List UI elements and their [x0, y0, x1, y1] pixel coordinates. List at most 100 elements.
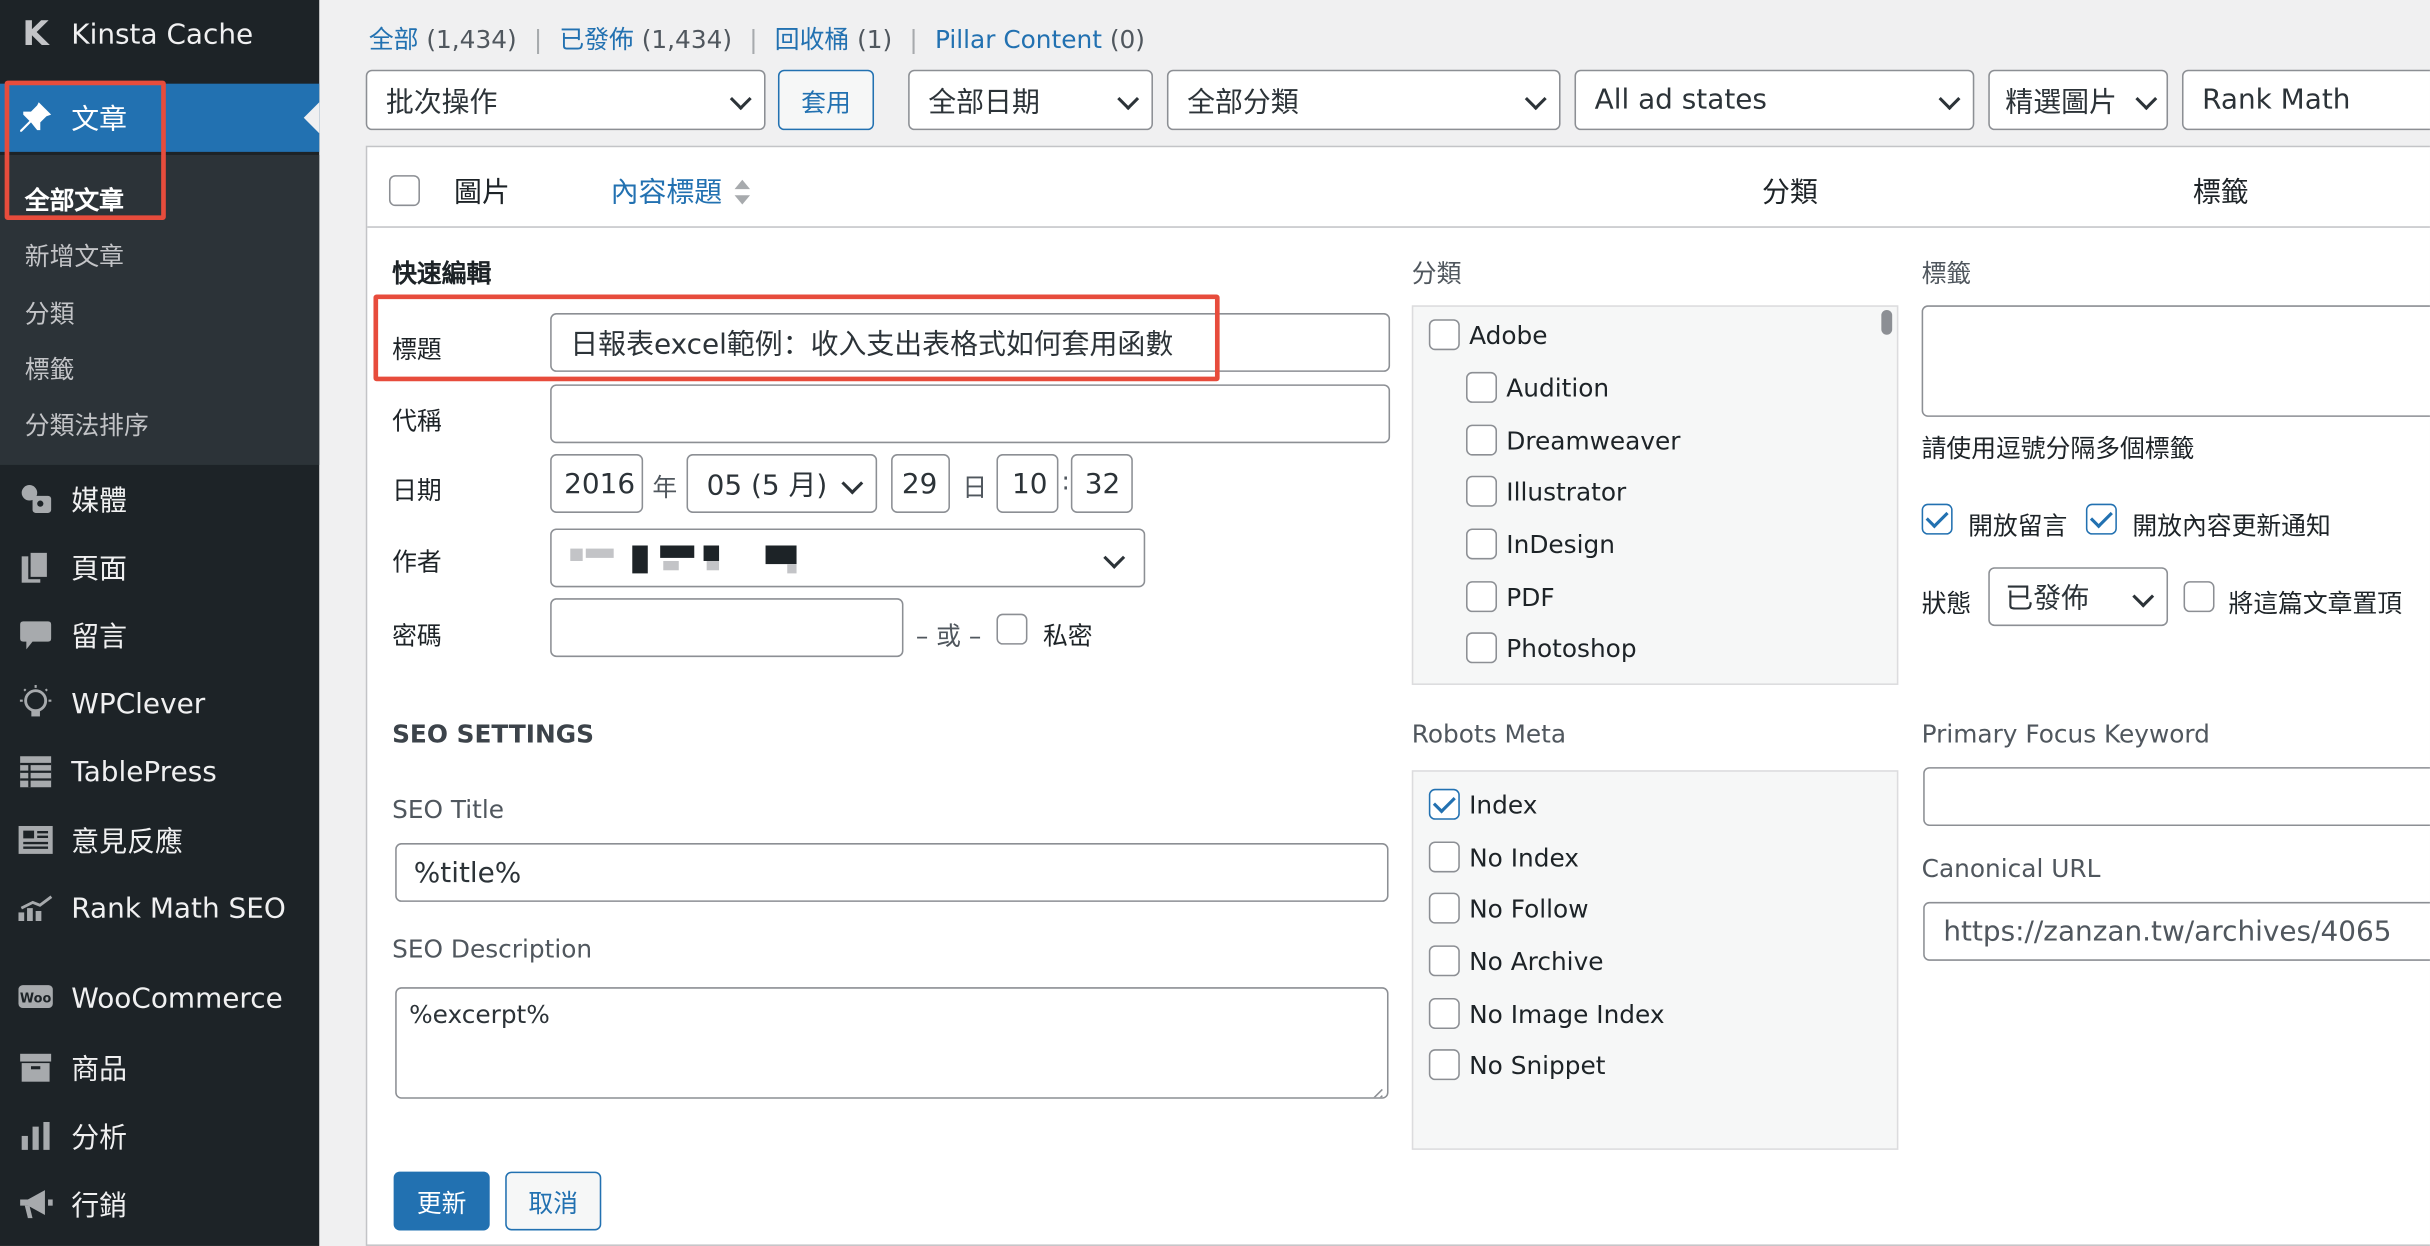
sidebar-item-marketing[interactable]: 行銷	[0, 1170, 319, 1238]
robots-item-index[interactable]: Index	[1428, 788, 1537, 820]
sidebar-item-wpclever[interactable]: WPClever	[0, 669, 319, 737]
filter-trash-link[interactable]: 回收桶	[775, 25, 849, 54]
filter-published-link[interactable]: 已發佈	[559, 25, 633, 54]
allow-pings-checkbox[interactable]	[2085, 503, 2117, 535]
category-item-indesign[interactable]: InDesign	[1466, 528, 1615, 560]
page: K Kinsta Cache 文章 全部文章 新增文章 分類 標籤 分類法排序 …	[0, 0, 2430, 1246]
category-item-audition[interactable]: Audition	[1466, 371, 1609, 403]
robots-checkbox[interactable]	[1428, 892, 1460, 924]
robots-meta-box: Index No Index No Follow No Archive No I…	[1411, 770, 1899, 1150]
resize-handle-icon[interactable]	[1368, 1079, 1383, 1098]
robots-checkbox[interactable]	[1428, 1049, 1460, 1081]
minute-input[interactable]: 32	[1070, 454, 1133, 513]
password-input[interactable]	[550, 598, 904, 658]
svg-text:Woo: Woo	[20, 991, 52, 1006]
category-item-pdf[interactable]: PDF	[1466, 581, 1555, 613]
seo-title-input[interactable]: %title%	[395, 843, 1389, 902]
robots-item-nosnippet[interactable]: No Snippet	[1428, 1049, 1606, 1081]
chevron-down-icon	[1524, 88, 1547, 111]
seo-title-value: %title%	[413, 856, 522, 889]
category-checkbox[interactable]	[1466, 528, 1498, 560]
day-value: 29	[901, 467, 938, 500]
hour-input[interactable]: 10	[996, 454, 1059, 513]
sidebar-item-rank-math[interactable]: Rank Math SEO	[0, 874, 319, 942]
category-checkbox[interactable]	[1428, 319, 1460, 351]
category-item-dreamweaver[interactable]: Dreamweaver	[1466, 424, 1681, 456]
categories-checklist[interactable]: Adobe Audition Dreamweaver Illustrator I…	[1411, 305, 1899, 685]
category-item-illustrator[interactable]: Illustrator	[1466, 475, 1626, 507]
robots-checkbox[interactable]	[1428, 998, 1460, 1030]
sidebar-item-label: WooCommerce	[71, 981, 283, 1015]
quick-edit-heading: 快速編輯	[392, 258, 492, 289]
separator: |	[749, 24, 758, 55]
robots-checkbox[interactable]	[1428, 945, 1460, 977]
submenu-categories[interactable]: 分類	[25, 293, 75, 330]
category-checkbox[interactable]	[1466, 581, 1498, 613]
robots-item-noindex[interactable]: No Index	[1428, 841, 1579, 873]
allow-comments-checkbox[interactable]	[1921, 503, 1953, 535]
hour-value: 10	[1011, 467, 1048, 500]
category-checkbox[interactable]	[1466, 424, 1498, 456]
robots-checkbox[interactable]	[1428, 788, 1460, 820]
bulk-action-select[interactable]: 批次操作	[365, 69, 766, 131]
table-icon	[17, 753, 54, 790]
submenu-tags[interactable]: 標籤	[25, 349, 75, 386]
canonical-url-label: Canonical URL	[1921, 853, 2101, 884]
sidebar-item-tablepress[interactable]: TablePress	[0, 738, 319, 806]
seo-description-textarea[interactable]: %excerpt%	[395, 987, 1389, 1099]
sidebar-item-pages[interactable]: 頁面	[0, 533, 319, 601]
column-image: 圖片	[454, 176, 510, 210]
author-select[interactable]	[550, 528, 1146, 588]
cancel-button[interactable]: 取消	[505, 1171, 602, 1231]
category-label: InDesign	[1506, 529, 1615, 559]
category-item-photoshop[interactable]: Photoshop	[1466, 632, 1637, 664]
year-input[interactable]: 2016	[550, 454, 644, 513]
chevron-down-icon	[841, 472, 864, 495]
robots-checkbox[interactable]	[1428, 841, 1460, 873]
table-header: 圖片 內容標題 分類 標籤	[367, 147, 2430, 228]
robots-item-noimageindex[interactable]: No Image Index	[1428, 998, 1665, 1030]
rank-math-filter-select[interactable]: Rank Math	[2181, 69, 2430, 131]
tags-label: 標籤	[1921, 258, 1972, 289]
submenu-taxonomy-order[interactable]: 分類法排序	[25, 404, 149, 441]
time-separator: :	[1061, 466, 1070, 496]
tags-textarea[interactable]	[1921, 305, 2430, 417]
sticky-checkbox[interactable]	[2183, 581, 2215, 613]
sidebar-item-comments[interactable]: 留言	[0, 601, 319, 669]
day-input[interactable]: 29	[891, 454, 950, 513]
status-select[interactable]: 已發佈	[1988, 567, 2169, 627]
category-filter-value: 全部分類	[1187, 86, 1299, 119]
canonical-url-input[interactable]: https://zanzan.tw/archives/4065	[1923, 901, 2430, 961]
sidebar-item-products[interactable]: 商品	[0, 1034, 319, 1102]
sidebar-item-media[interactable]: 媒體	[0, 465, 319, 533]
kinsta-logo-icon: K	[22, 14, 49, 54]
ad-state-filter-select[interactable]: All ad states	[1574, 69, 1975, 131]
apply-button[interactable]: 套用	[777, 69, 875, 131]
filter-all-link[interactable]: 全部	[369, 25, 419, 54]
category-checkbox[interactable]	[1466, 632, 1498, 664]
sidebar-item-analytics[interactable]: 分析	[0, 1102, 319, 1170]
category-checkbox[interactable]	[1466, 475, 1498, 507]
robots-item-nofollow[interactable]: No Follow	[1428, 892, 1588, 924]
sidebar-item-kinsta-cache[interactable]: K Kinsta Cache	[0, 0, 319, 68]
date-filter-select[interactable]: 全部日期	[908, 69, 1153, 131]
month-select[interactable]: 05 (5 月)	[686, 454, 878, 513]
year-value: 2016	[564, 467, 636, 500]
submenu-add-new[interactable]: 新增文章	[25, 236, 124, 273]
slug-input[interactable]	[550, 384, 1391, 444]
sidebar-item-feedback[interactable]: 意見反應	[0, 806, 319, 874]
private-checkbox[interactable]	[996, 613, 1028, 645]
column-title-sortable[interactable]: 內容標題	[611, 170, 723, 210]
robots-item-noarchive[interactable]: No Archive	[1428, 945, 1604, 977]
filter-pillar-link[interactable]: Pillar Content	[935, 25, 1102, 54]
category-filter-select[interactable]: 全部分類	[1166, 69, 1561, 131]
category-label: Dreamweaver	[1506, 425, 1681, 455]
scrollbar-thumb[interactable]	[1881, 309, 1893, 335]
category-checkbox[interactable]	[1466, 371, 1498, 403]
category-item-adobe[interactable]: Adobe	[1428, 319, 1548, 351]
update-button[interactable]: 更新	[393, 1171, 490, 1231]
sidebar-item-woocommerce[interactable]: Woo WooCommerce	[0, 964, 319, 1032]
featured-image-filter-select[interactable]: 精選圖片	[1988, 69, 2169, 131]
focus-keyword-input[interactable]	[1923, 767, 2430, 826]
select-all-checkbox[interactable]	[388, 175, 420, 207]
